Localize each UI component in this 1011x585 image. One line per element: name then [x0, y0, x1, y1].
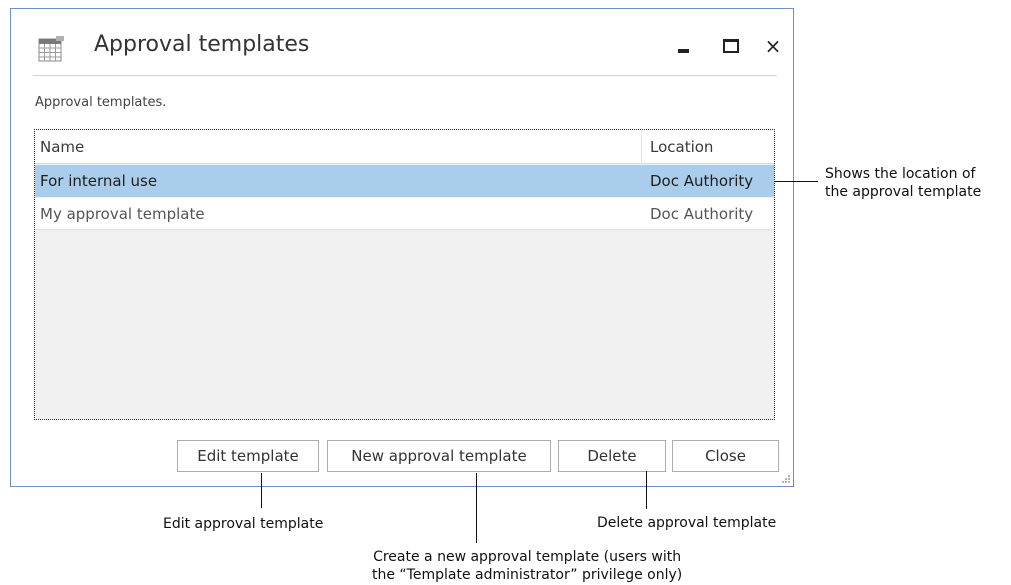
row-name: My approval template: [40, 205, 205, 223]
row-location: Doc Authority: [650, 172, 754, 190]
row-location: Doc Authority: [650, 205, 754, 223]
description-text: Approval templates.: [35, 95, 167, 110]
column-divider[interactable]: [641, 130, 642, 164]
callout-location-line2: the approval template: [825, 184, 982, 200]
new-approval-template-button[interactable]: New approval template: [327, 440, 551, 472]
callout-location-line1: Shows the location of: [825, 166, 976, 182]
callout-delete: Delete approval template: [597, 515, 777, 531]
approval-templates-window: Approval templates × Approval templates.…: [10, 8, 794, 487]
title-divider: [33, 75, 777, 76]
close-window-button[interactable]: ×: [756, 29, 790, 63]
callout-new-line1: Create a new approval template (users wi…: [373, 549, 682, 565]
resize-grip-icon[interactable]: [782, 475, 790, 483]
templates-list[interactable]: Name Location For internal use Doc Autho…: [34, 129, 775, 420]
edit-template-button[interactable]: Edit template: [177, 440, 319, 472]
callout-new-line2: the “Template administrator” privilege o…: [372, 567, 683, 583]
column-header-location[interactable]: Location: [650, 138, 713, 156]
close-button[interactable]: Close: [672, 440, 779, 472]
row-name: For internal use: [40, 172, 158, 190]
maximize-icon: [723, 39, 739, 53]
close-icon: ×: [764, 34, 782, 58]
callout-line-delete: [646, 471, 647, 509]
table-row[interactable]: For internal use Doc Authority: [35, 165, 774, 197]
callout-new: Create a new approval template (users wi…: [372, 548, 682, 584]
minimize-button[interactable]: [666, 29, 700, 63]
callout-edit: Edit approval template: [163, 516, 324, 532]
minimize-icon: [677, 49, 689, 53]
column-header-name[interactable]: Name: [40, 138, 84, 156]
window-title: Approval templates: [94, 32, 310, 57]
list-header: Name Location: [35, 130, 774, 164]
callout-line-location: [774, 181, 818, 182]
table-row[interactable]: My approval template Doc Authority: [35, 198, 774, 230]
calendar-grid-icon: [38, 36, 64, 62]
callout-line-edit: [261, 473, 262, 508]
maximize-button[interactable]: [714, 29, 748, 63]
delete-button[interactable]: Delete: [558, 440, 666, 472]
callout-line-new: [476, 473, 477, 543]
callout-location: Shows the location of the approval templ…: [825, 165, 981, 201]
